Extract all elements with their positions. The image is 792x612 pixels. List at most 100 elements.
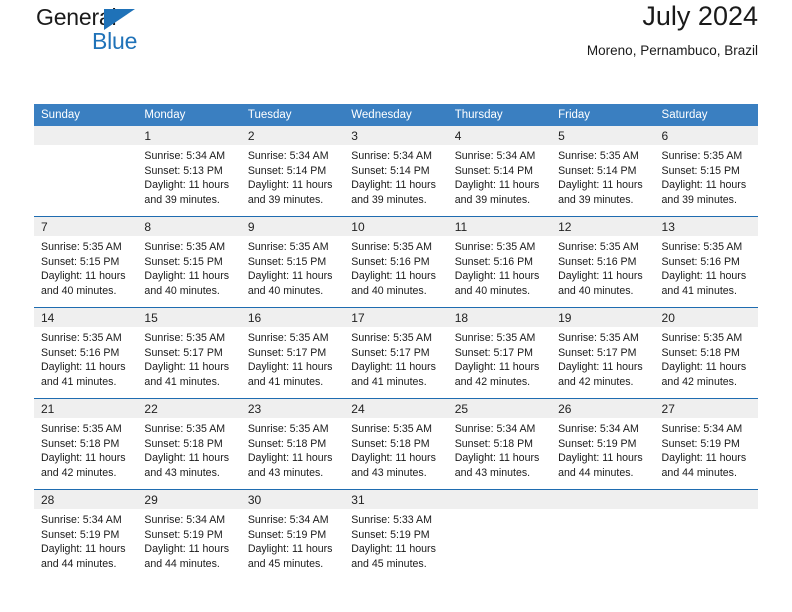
day-details: Sunrise: 5:35 AM Sunset: 5:14 PM Daylight:…	[551, 145, 654, 207]
day-details: Sunrise: 5:35 AM Sunset: 5:17 PM Daylight:…	[551, 327, 654, 389]
day-number	[551, 490, 655, 509]
calendar-day-cell[interactable]: 23 Sunrise: 5:35 AM Sunset: 5:18 PM Dayligh…	[240, 398, 345, 490]
day-cell-inner: 6 Sunrise: 5:35 AM Sunset: 5:15 PM Daylight…	[654, 126, 758, 216]
day-cell-inner: 20 Sunrise: 5:35 AM Sunset: 5:18 PM Dayligh…	[654, 308, 758, 398]
calendar-day-cell[interactable]: 12 Sunrise: 5:35 AM Sunset: 5:16 PM Dayligh…	[551, 216, 655, 308]
sunrise-text: Sunrise: 5:35 AM	[247, 241, 329, 253]
sunrise-text: Sunrise: 5:34 AM	[351, 150, 432, 162]
day-number: 22	[137, 399, 241, 418]
day-cell-inner: 23 Sunrise: 5:35 AM Sunset: 5:18 PM Dayligh…	[240, 399, 345, 489]
sunset-text: Sunset: 5:16 PM	[454, 255, 534, 268]
daylight-text: Daylight: 11 hours and 40 minutes.	[144, 270, 230, 297]
day-number: 30	[240, 490, 345, 509]
calendar-day-cell[interactable]: 28 Sunrise: 5:34 AM Sunset: 5:19 PM Dayligh…	[34, 489, 138, 580]
sunset-text: Sunset: 5:17 PM	[454, 346, 534, 359]
day-cell-inner: 18 Sunrise: 5:35 AM Sunset: 5:17 PM Dayligh…	[447, 308, 552, 398]
calendar-day-cell[interactable]: 15 Sunrise: 5:35 AM Sunset: 5:17 PM Dayligh…	[137, 307, 241, 399]
sunset-text: Sunset: 5:18 PM	[351, 437, 430, 450]
day-cell-inner: 27 Sunrise: 5:34 AM Sunset: 5:19 PM Dayligh…	[654, 399, 758, 489]
day-number: 2	[240, 126, 345, 145]
calendar-day-cell[interactable]: 7 Sunrise: 5:35 AM Sunset: 5:15 PM Daylight…	[34, 216, 138, 308]
calendar-day-cell[interactable]: 9 Sunrise: 5:35 AM Sunset: 5:15 PM Daylight…	[240, 216, 345, 308]
calendar-day-cell[interactable]: 27 Sunrise: 5:34 AM Sunset: 5:19 PM Dayligh…	[654, 398, 758, 490]
day-number: 9	[240, 217, 345, 236]
daylight-text: Daylight: 11 hours and 40 minutes.	[454, 270, 540, 297]
calendar-day-cell[interactable]: 1 Sunrise: 5:34 AM Sunset: 5:13 PM Daylight…	[137, 126, 241, 217]
calendar-day-cell[interactable]: 6 Sunrise: 5:35 AM Sunset: 5:15 PM Daylight…	[654, 126, 758, 217]
calendar-day-cell[interactable]: 20 Sunrise: 5:35 AM Sunset: 5:18 PM Dayligh…	[654, 307, 758, 399]
calendar-day-cell[interactable]: 24 Sunrise: 5:35 AM Sunset: 5:18 PM Dayligh…	[344, 398, 448, 490]
day-cell-inner: 8 Sunrise: 5:35 AM Sunset: 5:15 PM Daylight…	[137, 217, 241, 307]
sunset-text: Sunset: 5:17 PM	[558, 346, 637, 359]
calendar-day-cell[interactable]: 5 Sunrise: 5:35 AM Sunset: 5:14 PM Daylight…	[551, 126, 655, 217]
calendar-day-cell[interactable]: 8 Sunrise: 5:35 AM Sunset: 5:15 PM Daylight…	[137, 216, 241, 308]
sunrise-text: Sunrise: 5:35 AM	[558, 241, 639, 253]
daylight-text: Daylight: 11 hours and 41 minutes.	[247, 361, 333, 388]
daylight-text: Daylight: 11 hours and 40 minutes.	[41, 270, 126, 297]
sunrise-text: Sunrise: 5:35 AM	[41, 332, 122, 344]
calendar-day-cell[interactable]: 3 Sunrise: 5:34 AM Sunset: 5:14 PM Daylight…	[344, 126, 448, 217]
day-details: Sunrise: 5:34 AM Sunset: 5:18 PM Daylight:…	[448, 418, 551, 480]
daylight-text: Daylight: 11 hours and 44 minutes.	[558, 452, 643, 479]
sunset-text: Sunset: 5:14 PM	[247, 164, 327, 177]
calendar-day-cell[interactable]: 30 Sunrise: 5:34 AM Sunset: 5:19 PM Dayligh…	[240, 489, 345, 580]
calendar-day-cell[interactable]: 10 Sunrise: 5:35 AM Sunset: 5:16 PM Dayligh…	[344, 216, 448, 308]
triangle-icon	[104, 9, 135, 30]
day-details: Sunrise: 5:34 AM Sunset: 5:19 PM Daylight:…	[137, 509, 240, 571]
calendar-day-cell[interactable]: 18 Sunrise: 5:35 AM Sunset: 5:17 PM Dayligh…	[447, 307, 552, 399]
sunrise-text: Sunrise: 5:34 AM	[454, 423, 536, 435]
sunrise-text: Sunrise: 5:33 AM	[351, 514, 432, 526]
calendar-week-row: 7 Sunrise: 5:35 AM Sunset: 5:15 PM Daylight…	[34, 216, 758, 308]
day-number	[34, 126, 138, 145]
day-number: 17	[344, 308, 448, 327]
calendar-day-cell[interactable]: 2 Sunrise: 5:34 AM Sunset: 5:14 PM Daylight…	[240, 126, 345, 217]
calendar-day-cell[interactable]: 4 Sunrise: 5:34 AM Sunset: 5:14 PM Daylight…	[447, 126, 552, 217]
day-number: 14	[34, 308, 138, 327]
day-number: 12	[551, 217, 655, 236]
calendar-day-cell[interactable]: 21 Sunrise: 5:35 AM Sunset: 5:18 PM Dayligh…	[34, 398, 138, 490]
sunrise-text: Sunrise: 5:35 AM	[41, 241, 122, 253]
day-cell-inner: 26 Sunrise: 5:34 AM Sunset: 5:19 PM Dayligh…	[551, 399, 655, 489]
day-number: 8	[137, 217, 241, 236]
day-details: Sunrise: 5:35 AM Sunset: 5:15 PM Daylight:…	[137, 236, 240, 298]
calendar-page: General Blue July 2024 Moreno, Pernambuc…	[0, 0, 792, 612]
day-details: Sunrise: 5:35 AM Sunset: 5:17 PM Daylight:…	[241, 327, 344, 389]
calendar-header-row: Sunday Monday Tuesday Wednesday Thursday…	[34, 104, 758, 126]
day-cell-inner: 1 Sunrise: 5:34 AM Sunset: 5:13 PM Daylight…	[137, 126, 241, 216]
calendar-day-cell[interactable]: 31 Sunrise: 5:33 AM Sunset: 5:19 PM Dayligh…	[344, 489, 448, 580]
sunset-text: Sunset: 5:16 PM	[41, 346, 120, 359]
page-title: July 2024	[642, 1, 758, 31]
calendar-day-cell[interactable]: 19 Sunrise: 5:35 AM Sunset: 5:17 PM Dayligh…	[551, 307, 655, 399]
general-blue-logo[interactable]: General Blue	[36, 6, 226, 58]
calendar-day-cell[interactable]: 13 Sunrise: 5:35 AM Sunset: 5:16 PM Dayligh…	[654, 216, 758, 308]
calendar-day-cell[interactable]: 17 Sunrise: 5:35 AM Sunset: 5:17 PM Dayligh…	[344, 307, 448, 399]
sunset-text: Sunset: 5:14 PM	[454, 164, 534, 177]
calendar-day-cell[interactable]: 25 Sunrise: 5:34 AM Sunset: 5:18 PM Dayligh…	[447, 398, 552, 490]
calendar-day-cell[interactable]: 14 Sunrise: 5:35 AM Sunset: 5:16 PM Dayligh…	[34, 307, 138, 399]
daylight-text: Daylight: 11 hours and 39 minutes.	[661, 179, 747, 206]
day-cell-inner: 22 Sunrise: 5:35 AM Sunset: 5:18 PM Dayligh…	[137, 399, 241, 489]
calendar-day-cell[interactable]: 22 Sunrise: 5:35 AM Sunset: 5:18 PM Dayligh…	[137, 398, 241, 490]
sunset-text: Sunset: 5:19 PM	[144, 528, 223, 541]
daylight-text: Daylight: 11 hours and 43 minutes.	[454, 452, 540, 479]
daylight-text: Daylight: 11 hours and 39 minutes.	[558, 179, 643, 206]
calendar-day-cell[interactable]: 16 Sunrise: 5:35 AM Sunset: 5:17 PM Dayligh…	[240, 307, 345, 399]
calendar-day-cell[interactable]: 29 Sunrise: 5:34 AM Sunset: 5:19 PM Dayligh…	[137, 489, 241, 580]
day-number: 6	[654, 126, 758, 145]
daylight-text: Daylight: 11 hours and 41 minutes.	[144, 361, 230, 388]
calendar-day-cell[interactable]: 11 Sunrise: 5:35 AM Sunset: 5:16 PM Dayligh…	[447, 216, 552, 308]
day-details: Sunrise: 5:35 AM Sunset: 5:18 PM Daylight:…	[137, 418, 240, 480]
calendar-day-cell[interactable]: 26 Sunrise: 5:34 AM Sunset: 5:19 PM Dayligh…	[551, 398, 655, 490]
sunrise-text: Sunrise: 5:35 AM	[558, 332, 639, 344]
day-details: Sunrise: 5:34 AM Sunset: 5:14 PM Daylight:…	[241, 145, 344, 207]
sunset-text: Sunset: 5:19 PM	[247, 528, 327, 541]
daylight-text: Daylight: 11 hours and 43 minutes.	[144, 452, 230, 479]
calendar-week-row: 14 Sunrise: 5:35 AM Sunset: 5:16 PM Dayligh…	[34, 307, 758, 399]
sunrise-text: Sunrise: 5:35 AM	[41, 423, 122, 435]
daylight-text: Daylight: 11 hours and 44 minutes.	[144, 543, 230, 570]
day-details: Sunrise: 5:35 AM Sunset: 5:16 PM Daylight:…	[655, 236, 758, 298]
sunset-text: Sunset: 5:15 PM	[247, 255, 327, 268]
location-subtitle: Moreno, Pernambuco, Brazil	[586, 42, 758, 58]
weekday-header-monday: Monday	[137, 104, 241, 126]
day-cell-inner: 30 Sunrise: 5:34 AM Sunset: 5:19 PM Dayligh…	[240, 490, 345, 580]
